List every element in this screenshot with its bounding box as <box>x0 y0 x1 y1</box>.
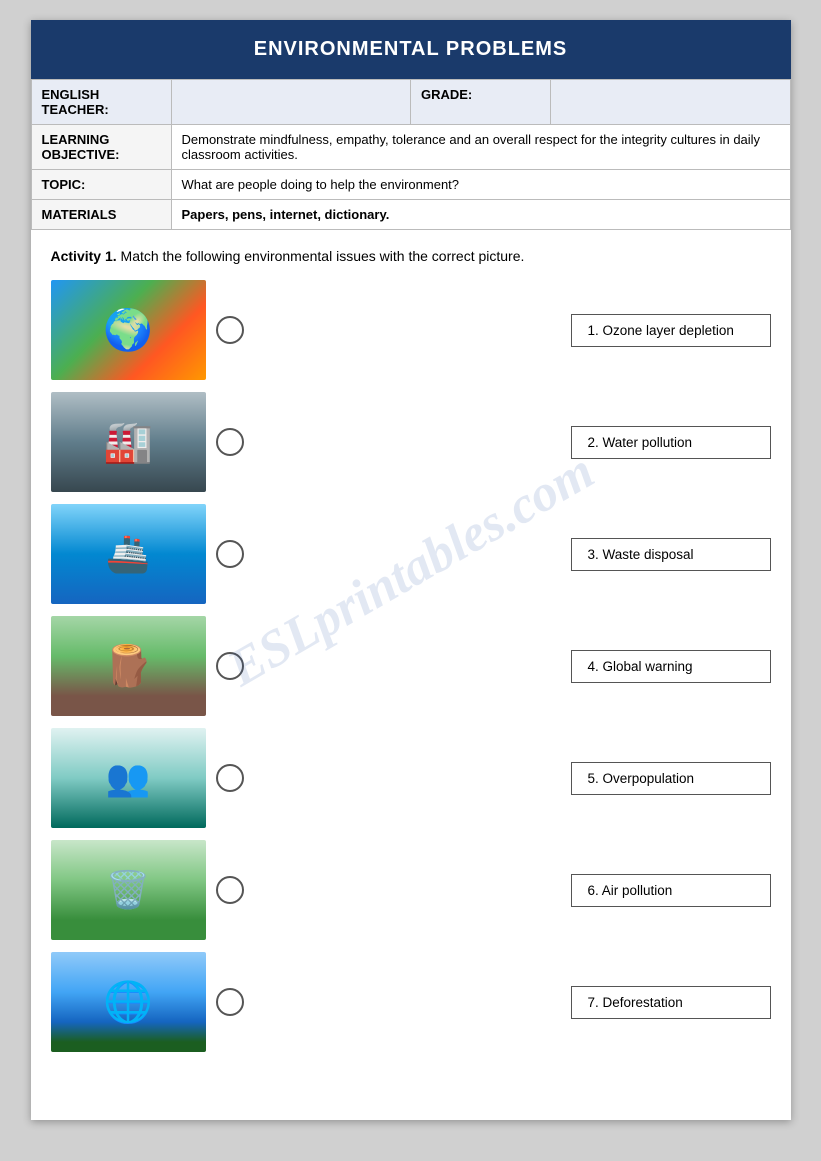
teacher-label: ENGLISH TEACHER: <box>31 80 171 125</box>
materials-value: Papers, pens, internet, dictionary. <box>171 200 790 230</box>
activity-title: Activity 1. Match the following environm… <box>51 248 771 264</box>
circle-1[interactable] <box>216 316 244 344</box>
page: ESLprintables.com ENVIRONMENTAL PROBLEMS… <box>31 20 791 1120</box>
label-box-4: 4. Global warning <box>571 650 771 683</box>
circle-7[interactable] <box>216 988 244 1016</box>
label-box-2: 2. Water pollution <box>571 426 771 459</box>
activity-number: Activity 1. <box>51 248 117 264</box>
label-box-7: 7. Deforestation <box>571 986 771 1019</box>
learning-row: LEARNING OBJECTIVE: Demonstrate mindfuln… <box>31 125 790 170</box>
materials-row: MATERIALS Papers, pens, internet, dictio… <box>31 200 790 230</box>
topic-row: TOPIC: What are people doing to help the… <box>31 170 790 200</box>
match-row-4: 4. Global warning <box>51 616 771 716</box>
image-5 <box>51 728 206 828</box>
label-box-6: 6. Air pollution <box>571 874 771 907</box>
match-row-7: 7. Deforestation <box>51 952 771 1052</box>
match-row-3: 3. Waste disposal <box>51 504 771 604</box>
topic-value: What are people doing to help the enviro… <box>171 170 790 200</box>
grade-value <box>550 80 790 125</box>
match-row-1: 1. Ozone layer depletion <box>51 280 771 380</box>
learning-label: LEARNING OBJECTIVE: <box>31 125 171 170</box>
image-1 <box>51 280 206 380</box>
image-7 <box>51 952 206 1052</box>
activity-section: Activity 1. Match the following environm… <box>31 230 791 1062</box>
image-3 <box>51 504 206 604</box>
circle-6[interactable] <box>216 876 244 904</box>
match-row-5: 5. Overpopulation <box>51 728 771 828</box>
match-row-2: 2. Water pollution <box>51 392 771 492</box>
match-row-6: 6. Air pollution <box>51 840 771 940</box>
label-box-5: 5. Overpopulation <box>571 762 771 795</box>
circle-3[interactable] <box>216 540 244 568</box>
page-title: ENVIRONMENTAL PROBLEMS <box>254 38 568 60</box>
materials-label: MATERIALS <box>31 200 171 230</box>
learning-value: Demonstrate mindfulness, empathy, tolera… <box>171 125 790 170</box>
label-box-3: 3. Waste disposal <box>571 538 771 571</box>
image-2 <box>51 392 206 492</box>
match-container: 1. Ozone layer depletion 2. Water pollut… <box>51 280 771 1052</box>
circle-2[interactable] <box>216 428 244 456</box>
teacher-value <box>171 80 410 125</box>
page-header: ENVIRONMENTAL PROBLEMS <box>31 20 791 79</box>
activity-instruction: Match the following environmental issues… <box>121 248 525 264</box>
image-6 <box>51 840 206 940</box>
circle-5[interactable] <box>216 764 244 792</box>
teacher-row: ENGLISH TEACHER: GRADE: <box>31 80 790 125</box>
info-table: ENGLISH TEACHER: GRADE: LEARNING OBJECTI… <box>31 79 791 230</box>
image-4 <box>51 616 206 716</box>
grade-label: GRADE: <box>410 80 550 125</box>
circle-4[interactable] <box>216 652 244 680</box>
topic-label: TOPIC: <box>31 170 171 200</box>
label-box-1: 1. Ozone layer depletion <box>571 314 771 347</box>
